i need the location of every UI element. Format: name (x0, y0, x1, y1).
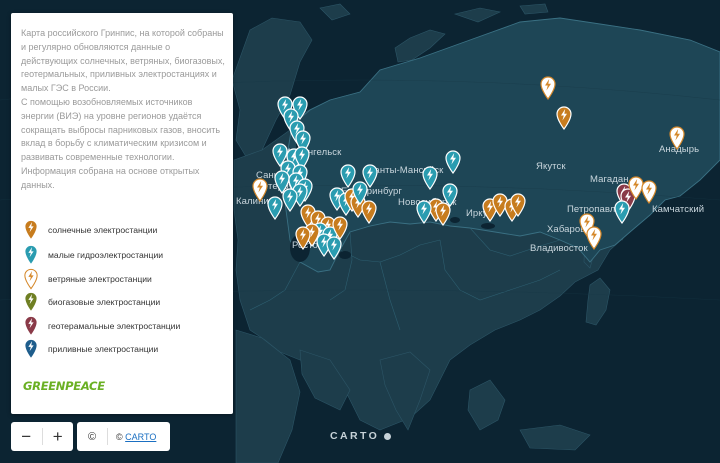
carto-link[interactable]: CARTO (125, 432, 156, 442)
map-marker-solar[interactable] (332, 216, 348, 240)
legend-item-wind: ветряные электростанции (24, 268, 224, 290)
map-marker-wind[interactable] (586, 226, 602, 250)
lightning-icon (24, 244, 38, 266)
map-marker-solar[interactable] (361, 200, 377, 224)
map-marker-hydro[interactable] (267, 196, 283, 220)
zoom-in-button[interactable]: + (43, 422, 74, 451)
legend-item-solar: солнечные электростанции (24, 219, 224, 241)
map-marker-hydro[interactable] (422, 166, 438, 190)
intro-text: Карта российского Гринпис, на которой со… (21, 27, 226, 193)
carto-watermark: CARTO (330, 430, 392, 442)
legend-panel: Карта российского Гринпис, на которой со… (11, 13, 233, 414)
legend-label: приливные электростанции (48, 344, 159, 354)
map-marker-hydro[interactable] (445, 150, 461, 174)
map-marker-wind[interactable] (669, 126, 685, 150)
city-label-petropavlovsk-2: Камчатский (652, 204, 705, 215)
legend-item-biogas: биогазовые электростанции (24, 291, 224, 313)
lightning-icon (24, 338, 38, 360)
lightning-icon (24, 219, 38, 241)
map-marker-solar[interactable] (435, 202, 451, 226)
legend-item-geothermal: геотерамальные электростанции (24, 315, 224, 337)
map-marker-wind[interactable] (641, 180, 657, 204)
legend-label: солнечные электростанции (48, 225, 158, 235)
intro-paragraph-2: С помощью возобновляемых источников энер… (21, 96, 221, 190)
zoom-control: − + (11, 422, 73, 451)
attribution-toggle[interactable]: © (77, 431, 107, 443)
attribution: © © CARTO (77, 422, 170, 451)
lightning-icon (24, 291, 38, 313)
legend-item-tidal: приливные электростанции (24, 338, 224, 360)
zoom-out-button[interactable]: − (11, 422, 42, 451)
map-marker-solar[interactable] (556, 106, 572, 130)
legend-label: геотерамальные электростанции (48, 321, 181, 331)
map-marker-solar[interactable] (510, 193, 526, 217)
map-marker-hydro[interactable] (362, 164, 378, 188)
legend-item-hydro: малые гидроэлектростанции (24, 244, 224, 266)
lightning-icon (24, 268, 38, 290)
legend-label: биогазовые электростанции (48, 297, 161, 307)
legend-label: ветряные электростанции (48, 274, 152, 284)
city-label-vladivostok: Владивосток (530, 243, 588, 254)
attribution-text: © CARTO (116, 431, 157, 442)
map-marker-wind[interactable] (540, 76, 556, 100)
map-marker-solar[interactable] (295, 226, 311, 250)
map-marker-hydro[interactable] (614, 200, 630, 224)
legend-label: малые гидроэлектростанции (48, 250, 164, 260)
map-marker-hydro[interactable] (340, 164, 356, 188)
greenpeace-logo[interactable]: GREENPEACE (23, 379, 105, 393)
intro-paragraph-1: Карта российского Гринпис, на которой со… (21, 28, 225, 94)
city-label-yakutsk: Якутск (536, 161, 566, 172)
map-marker-hydro[interactable] (416, 200, 432, 224)
attribution-divider (107, 428, 108, 445)
lightning-icon (24, 315, 38, 337)
map-marker-wind[interactable] (252, 178, 268, 202)
map-marker-hydro[interactable] (282, 188, 298, 212)
